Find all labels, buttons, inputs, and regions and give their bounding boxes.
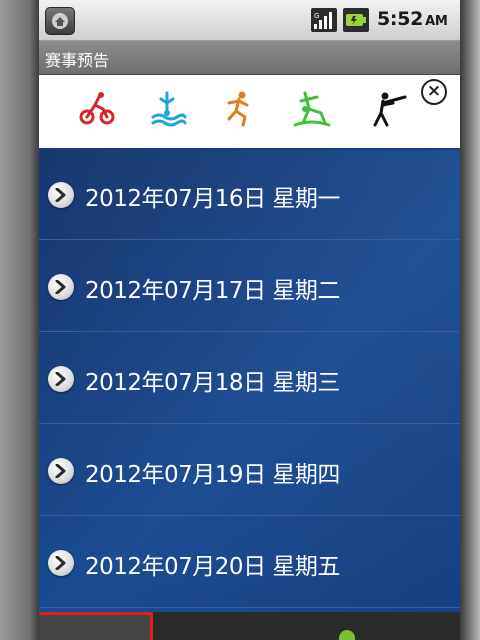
device-frame: G 5:52 AM 赛事预告 × 2012年07月16日 星期一 2012年07… (0, 0, 480, 640)
cycling-icon (79, 92, 115, 125)
app-screen: G 5:52 AM 赛事预告 × 2012年07月16日 星期一 2012年07… (39, 0, 460, 640)
clock-time: 5:52 (377, 8, 424, 30)
status-bar: G 5:52 AM (39, 0, 460, 41)
svg-text:G: G (314, 12, 319, 20)
list-item[interactable]: 2012年07月17日 星期二 (39, 242, 460, 332)
bottom-tab-icon[interactable] (339, 630, 355, 640)
close-banner-button[interactable]: × (421, 79, 447, 105)
list-item-label: 2012年07月17日 星期二 (85, 278, 340, 304)
list-item[interactable]: 2012年07月16日 星期一 (39, 150, 460, 240)
battery-icon (343, 8, 369, 32)
list-item-label: 2012年07月19日 星期四 (85, 462, 340, 488)
list-item-label: 2012年07月20日 星期五 (85, 554, 340, 580)
gymnastics-icon (293, 91, 331, 127)
device-bezel-right (460, 0, 480, 640)
list-item-label: 2012年07月18日 星期三 (85, 370, 340, 396)
schedule-list: 2012年07月16日 星期一 2012年07月17日 星期二 2012年07月… (39, 150, 460, 612)
status-clock: 5:52 AM (377, 8, 448, 30)
signal-strength-icon: G (311, 8, 337, 32)
list-item[interactable]: 2012年07月18日 星期三 (39, 334, 460, 424)
chevron-right-icon (48, 182, 74, 208)
chevron-right-icon (48, 550, 74, 576)
clock-ampm: AM (425, 14, 448, 29)
athletics-icon (227, 91, 249, 127)
shooting-icon (373, 92, 407, 127)
bottom-tab-selected[interactable] (39, 612, 153, 640)
chevron-right-icon (48, 366, 74, 392)
sports-banner[interactable]: × (39, 75, 460, 150)
list-item-label: 2012年07月16日 星期一 (85, 186, 340, 212)
list-item[interactable]: 2012年07月19日 星期四 (39, 426, 460, 516)
home-notification-icon[interactable] (45, 7, 75, 35)
page-title: 赛事预告 (45, 51, 110, 70)
chevron-right-icon (48, 274, 74, 300)
title-bar: 赛事预告 (39, 41, 460, 75)
list-item[interactable]: 2012年07月20日 星期五 (39, 518, 460, 608)
device-bezel-left (0, 0, 39, 640)
diving-icon (151, 91, 187, 127)
chevron-right-icon (48, 458, 74, 484)
